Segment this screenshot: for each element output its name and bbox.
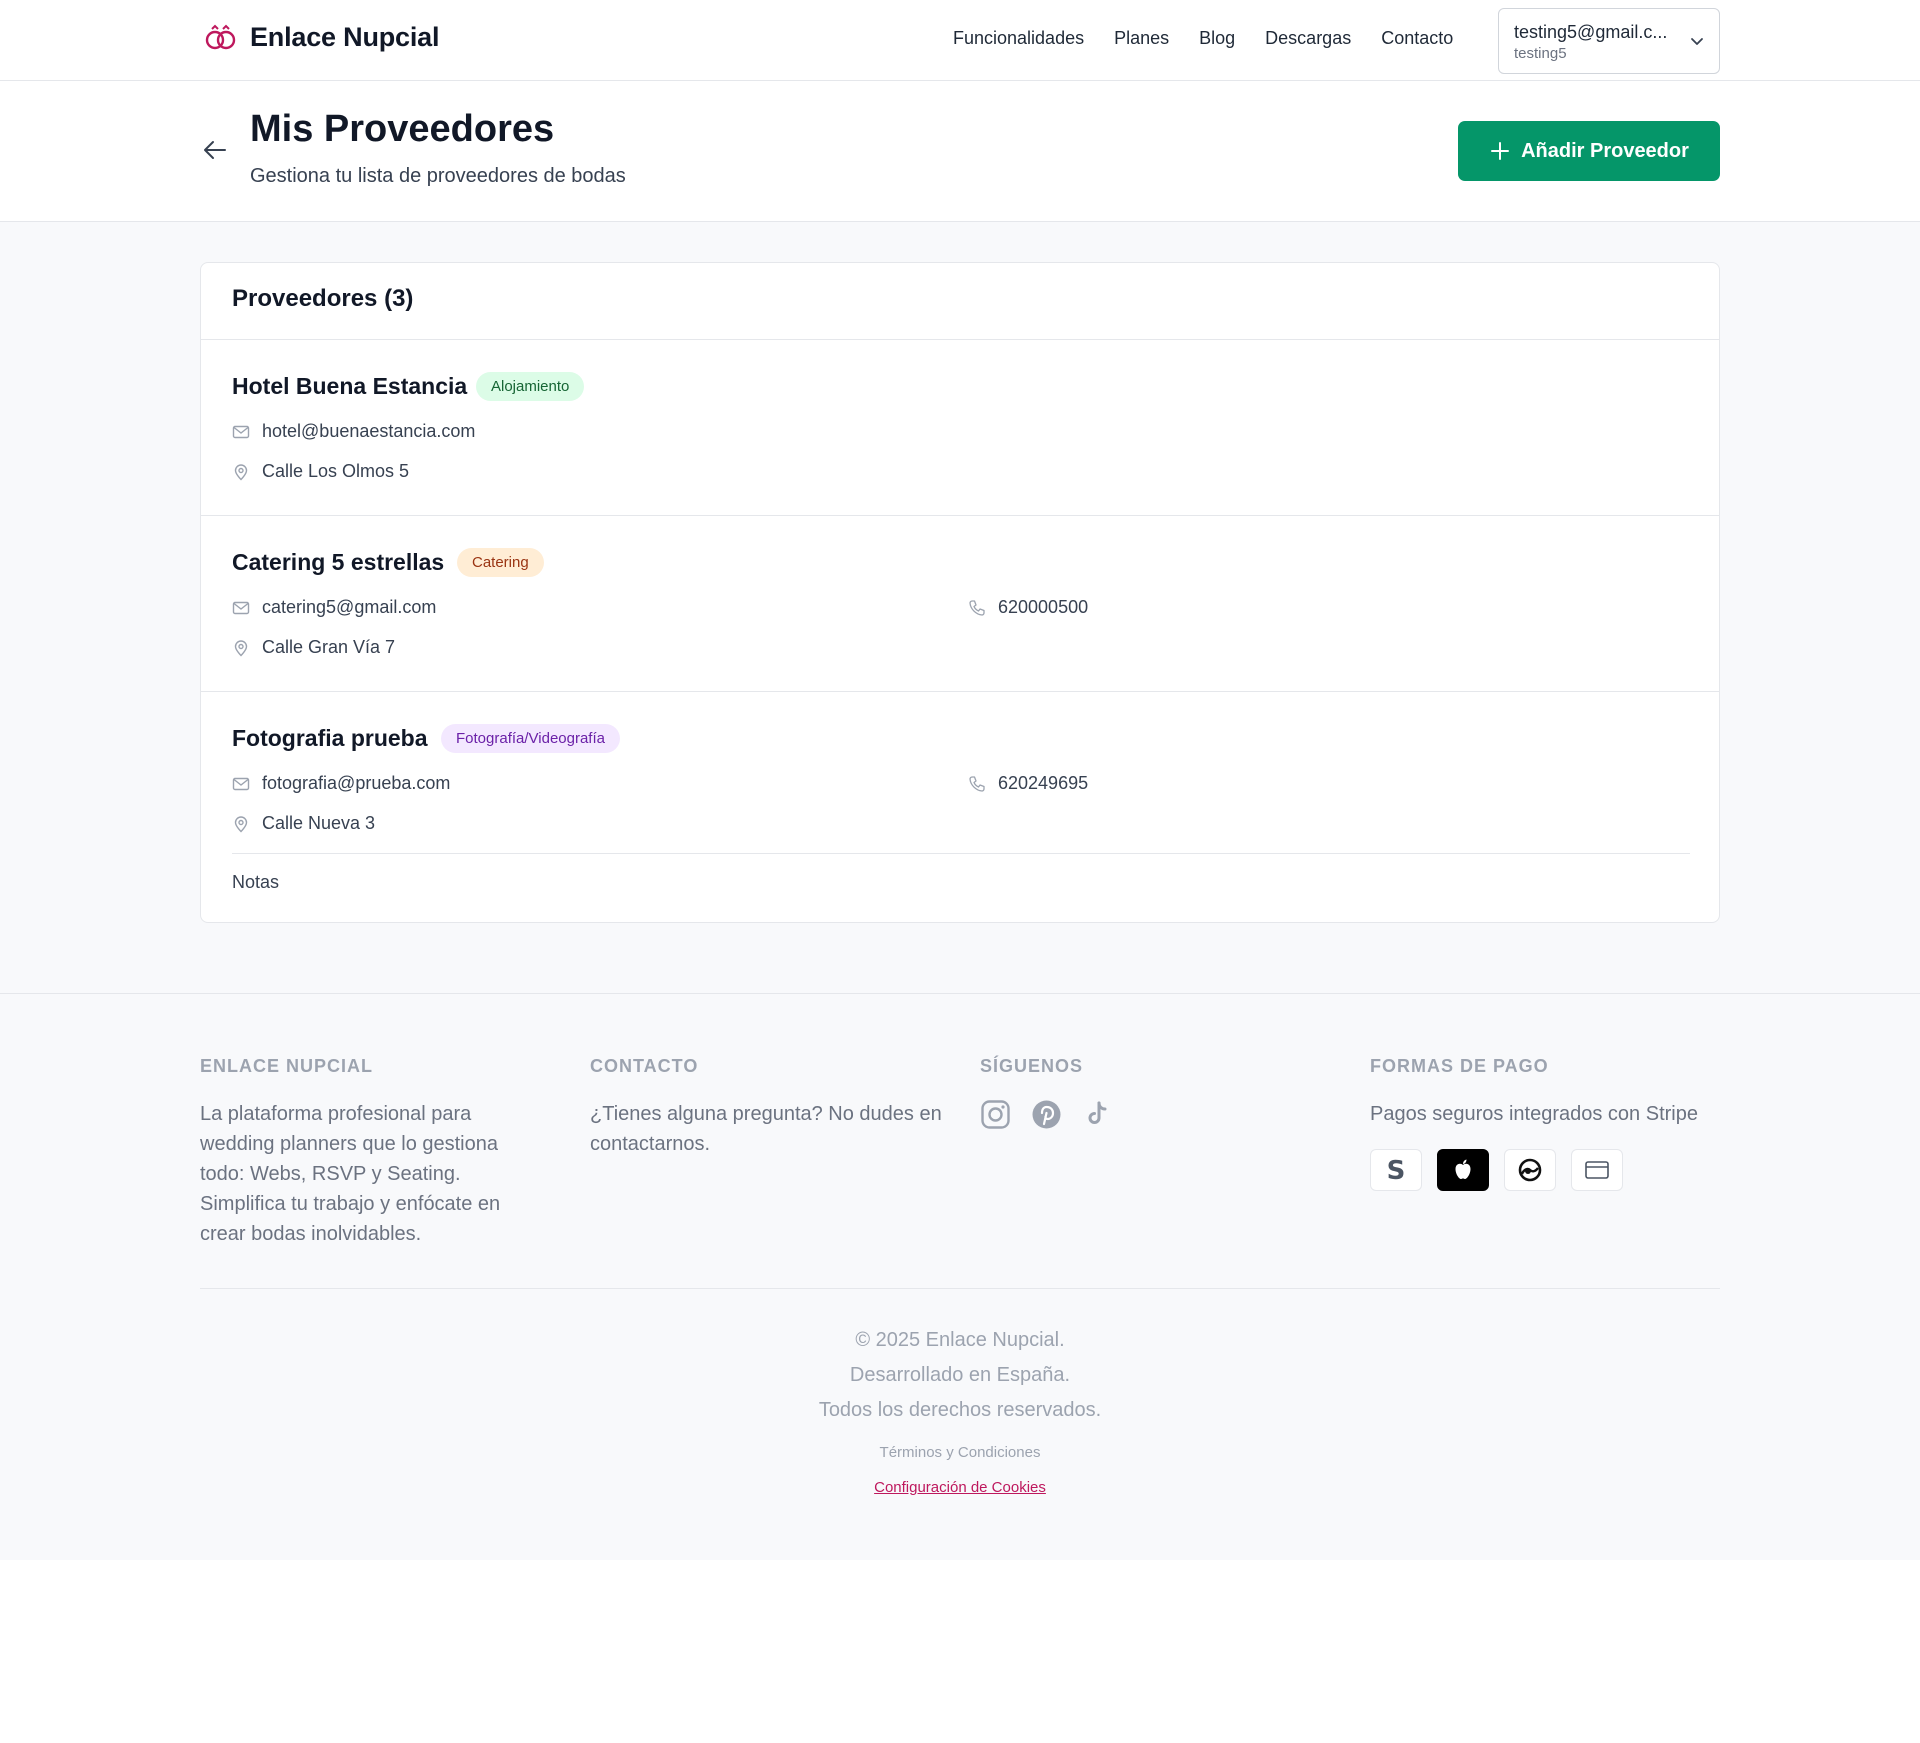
provider-email-row: fotografia@prueba.com: [232, 773, 450, 794]
main-nav: Funcionalidades Planes Blog Descargas Co…: [953, 28, 1453, 49]
provider-address-row: Calle Los Olmos 5: [232, 461, 409, 482]
provider-email-row: hotel@buenaestancia.com: [232, 421, 475, 442]
brand-logo[interactable]: Enlace Nupcial: [204, 22, 439, 53]
footer-social-heading: SÍGUENOS: [980, 1056, 1084, 1076]
page-title: Mis Proveedores: [250, 108, 555, 150]
page-header: Mis Proveedores Gestiona tu lista de pro…: [0, 81, 1920, 222]
provider-item[interactable]: Catering 5 estrellas Catering catering5@…: [201, 516, 1719, 691]
link-icon: [1504, 1149, 1556, 1191]
nav-link-blog[interactable]: Blog: [1199, 28, 1235, 49]
rings-icon: [205, 24, 236, 49]
user-name: testing5: [1514, 45, 1567, 62]
cookie-settings-link[interactable]: Configuración de Cookies: [0, 1479, 1920, 1496]
footer-payment-text: Pagos seguros integrados con Stripe: [1370, 1103, 1698, 1125]
notes-divider: [232, 853, 1690, 854]
plus-icon: [1491, 142, 1510, 160]
add-provider-label: Añadir Proveedor: [1521, 139, 1689, 162]
footer-contact-text: ¿Tienes alguna pregunta? No dudes en con…: [590, 1103, 942, 1155]
terms-link[interactable]: Términos y Condiciones: [0, 1444, 1920, 1461]
providers-card: Proveedores (3) Hotel Buena Estancia Alo…: [200, 262, 1720, 923]
provider-address-row: Calle Nueva 3: [232, 813, 375, 834]
footer-contact: CONTACTO ¿Tienes alguna pregunta? No dud…: [590, 1056, 950, 1159]
provider-phone-row: 620000500: [968, 597, 1088, 618]
provider-email: hotel@buenaestancia.com: [262, 421, 476, 441]
phone-icon: [969, 599, 985, 616]
provider-email-row: catering5@gmail.com: [232, 597, 436, 618]
providers-card-title: Proveedores (3): [232, 285, 414, 312]
chevron-down-icon: [1691, 38, 1703, 45]
footer-divider: [200, 1288, 1720, 1289]
category-badge: Catering: [457, 548, 544, 577]
location-pin-icon: [234, 815, 248, 832]
footer-about: ENLACE NUPCIAL La plataforma profesional…: [200, 1056, 540, 1249]
add-provider-button[interactable]: Añadir Proveedor: [1458, 121, 1720, 181]
user-email: testing5@gmail.c...: [1514, 22, 1668, 42]
category-badge: Fotografía/Videografía: [441, 724, 620, 753]
footer-contact-heading: CONTACTO: [590, 1056, 699, 1076]
mail-icon: [232, 425, 250, 438]
back-arrow-icon[interactable]: [201, 136, 229, 164]
nav-link-descargas[interactable]: Descargas: [1265, 28, 1351, 49]
footer-payment-heading: FORMAS DE PAGO: [1370, 1056, 1549, 1076]
category-badge: Alojamiento: [476, 372, 585, 401]
copyright-line-2: Desarrollado en España.: [849, 1364, 1071, 1386]
footer-payments: FORMAS DE PAGO Pagos seguros integrados …: [1370, 1056, 1720, 1191]
footer-about-heading: ENLACE NUPCIAL: [200, 1056, 374, 1076]
provider-address: Calle Nueva 3: [262, 813, 376, 833]
mail-icon: [232, 777, 250, 790]
instagram-icon[interactable]: [980, 1099, 1011, 1130]
page-subtitle: Gestiona tu lista de proveedores de boda…: [250, 165, 626, 187]
location-pin-icon: [234, 463, 248, 480]
footer-social: SÍGUENOS: [980, 1056, 1280, 1130]
tiktok-icon[interactable]: [1082, 1099, 1113, 1130]
provider-name: Fotografia prueba: [232, 725, 428, 751]
provider-name: Catering 5 estrellas: [232, 549, 445, 575]
stripe-icon: S: [1370, 1149, 1422, 1191]
user-menu-dropdown[interactable]: testing5@gmail.c... testing5: [1498, 8, 1720, 74]
provider-item[interactable]: Fotografia prueba Fotografía/Videografía…: [201, 692, 1719, 922]
provider-email: fotografia@prueba.com: [262, 773, 451, 793]
top-navbar: Enlace Nupcial Funcionalidades Planes Bl…: [0, 0, 1920, 81]
apple-pay-icon: [1437, 1149, 1489, 1191]
provider-item[interactable]: Hotel Buena Estancia Alojamiento hotel@b…: [201, 340, 1719, 515]
nav-link-planes[interactable]: Planes: [1114, 28, 1169, 49]
mail-icon: [232, 601, 250, 614]
provider-phone: 620000500: [998, 597, 1089, 617]
location-pin-icon: [234, 639, 248, 656]
nav-link-funcionalidades[interactable]: Funcionalidades: [953, 28, 1084, 49]
nav-link-contacto[interactable]: Contacto: [1381, 28, 1453, 49]
provider-address: Calle Gran Vía 7: [262, 637, 396, 657]
pinterest-icon[interactable]: [1031, 1099, 1062, 1130]
notes-label: Notas: [232, 872, 280, 892]
provider-name: Hotel Buena Estancia: [232, 373, 468, 399]
phone-icon: [969, 775, 985, 792]
card-icon: [1571, 1149, 1623, 1191]
main-content: Proveedores (3) Hotel Buena Estancia Alo…: [0, 222, 1920, 993]
brand-name: Enlace Nupcial: [250, 22, 440, 52]
provider-address-row: Calle Gran Vía 7: [232, 637, 395, 658]
provider-email: catering5@gmail.com: [262, 597, 437, 617]
copyright-line-3: Todos los derechos reservados.: [818, 1399, 1102, 1421]
provider-phone-row: 620249695: [968, 773, 1088, 794]
footer-about-text: La plataforma profesional para wedding p…: [200, 1103, 501, 1245]
provider-address: Calle Los Olmos 5: [262, 461, 410, 481]
provider-phone: 620249695: [998, 773, 1089, 793]
svg-text:S: S: [1387, 1156, 1406, 1184]
site-footer: ENLACE NUPCIAL La plataforma profesional…: [0, 993, 1920, 1560]
copyright-line-1: © 2025 Enlace Nupcial.: [855, 1329, 1065, 1351]
